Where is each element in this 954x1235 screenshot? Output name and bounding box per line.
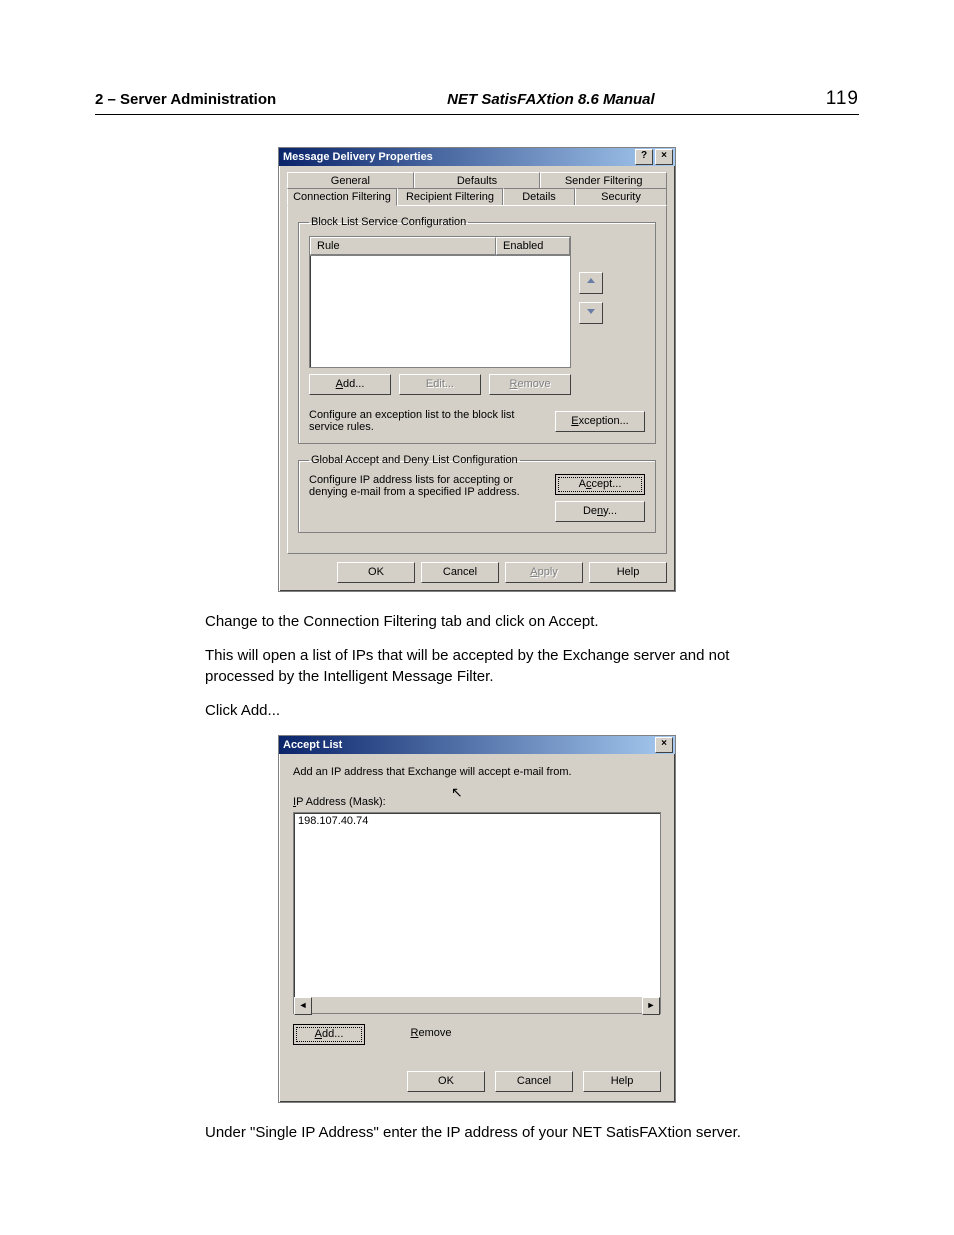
add-rule-button[interactable]: Add... <box>309 374 391 395</box>
close-icon[interactable]: × <box>655 149 673 165</box>
rules-listbox[interactable]: Rule Enabled <box>309 236 571 368</box>
dialog2-titlebar: Accept List × <box>279 736 675 754</box>
cancel-button[interactable]: Cancel <box>421 562 499 583</box>
help-button[interactable]: Help <box>589 562 667 583</box>
deny-button[interactable]: Deny... <box>555 501 645 522</box>
cursor-icon: ↖ <box>451 784 463 801</box>
exception-text: Configure an exception list to the block… <box>309 409 547 433</box>
page-number: 119 <box>826 88 859 110</box>
scroll-left-icon[interactable]: ◄ <box>294 997 312 1015</box>
accept-list-dialog: Accept List × Add an IP address that Exc… <box>278 735 676 1103</box>
block-list-legend: Block List Service Configuration <box>309 216 468 228</box>
col-rule: Rule <box>310 237 496 255</box>
message-delivery-dialog: Message Delivery Properties ? × General … <box>278 147 676 592</box>
global-list-group: Global Accept and Deny List Configuratio… <box>298 454 656 533</box>
tab-recipient-filtering[interactable]: Recipient Filtering <box>397 188 503 205</box>
chevron-down-icon <box>586 307 596 315</box>
paragraph-2: This will open a list of IPs that will b… <box>205 646 765 687</box>
remove-rule-button: Remove <box>489 374 571 395</box>
tab-connection-filtering[interactable]: Connection Filtering <box>287 188 397 206</box>
exception-button[interactable]: Exception... <box>555 411 645 432</box>
header-section: 2 – Server Administration <box>95 91 276 108</box>
col-enabled: Enabled <box>496 237 570 255</box>
help-button-2[interactable]: Help <box>583 1071 661 1092</box>
block-list-group: Block List Service Configuration Rule En… <box>298 216 656 444</box>
horizontal-scrollbar[interactable]: ◄ ► <box>294 997 660 1013</box>
global-list-text: Configure IP address lists for accepting… <box>309 474 547 498</box>
ok-button[interactable]: OK <box>337 562 415 583</box>
header-title: NET SatisFAXtion 8.6 Manual <box>447 91 655 108</box>
remove-ip-button[interactable]: Remove <box>395 1024 467 1045</box>
help-icon[interactable]: ? <box>635 149 653 165</box>
dialog-titlebar: Message Delivery Properties ? × <box>279 148 675 166</box>
tab-content: Block List Service Configuration Rule En… <box>287 205 667 554</box>
page-header: 2 – Server Administration NET SatisFAXti… <box>95 88 859 115</box>
ip-listbox[interactable]: 198.107.40.74 ◄ ► <box>293 812 661 1014</box>
tab-details[interactable]: Details <box>503 188 575 205</box>
edit-rule-button: Edit... <box>399 374 481 395</box>
tab-security[interactable]: Security <box>575 188 667 205</box>
paragraph-3: Click Add... <box>205 701 765 721</box>
dialog2-title: Accept List <box>283 739 342 751</box>
accept-button[interactable]: Accept... <box>555 474 645 495</box>
paragraph-1: Change to the Connection Filtering tab a… <box>205 612 765 632</box>
close-icon[interactable]: × <box>655 737 673 753</box>
dialog-title: Message Delivery Properties <box>283 151 433 163</box>
add-ip-button[interactable]: Add... <box>293 1024 365 1045</box>
paragraph-4: Under "Single IP Address" enter the IP a… <box>205 1123 765 1143</box>
move-up-button[interactable] <box>579 272 603 294</box>
tab-sender-filtering[interactable]: Sender Filtering <box>540 172 667 189</box>
move-down-button[interactable] <box>579 302 603 324</box>
scroll-right-icon[interactable]: ► <box>642 997 660 1015</box>
ip-label: IP Address (Mask): <box>293 796 661 808</box>
dialog2-instruction: Add an IP address that Exchange will acc… <box>293 766 661 778</box>
global-list-legend: Global Accept and Deny List Configuratio… <box>309 454 520 466</box>
ok-button-2[interactable]: OK <box>407 1071 485 1092</box>
tab-general[interactable]: General <box>287 172 414 189</box>
cancel-button-2[interactable]: Cancel <box>495 1071 573 1092</box>
apply-button: Apply <box>505 562 583 583</box>
tab-defaults[interactable]: Defaults <box>414 172 541 189</box>
ip-item[interactable]: 198.107.40.74 <box>298 815 656 827</box>
chevron-up-icon <box>586 277 596 285</box>
